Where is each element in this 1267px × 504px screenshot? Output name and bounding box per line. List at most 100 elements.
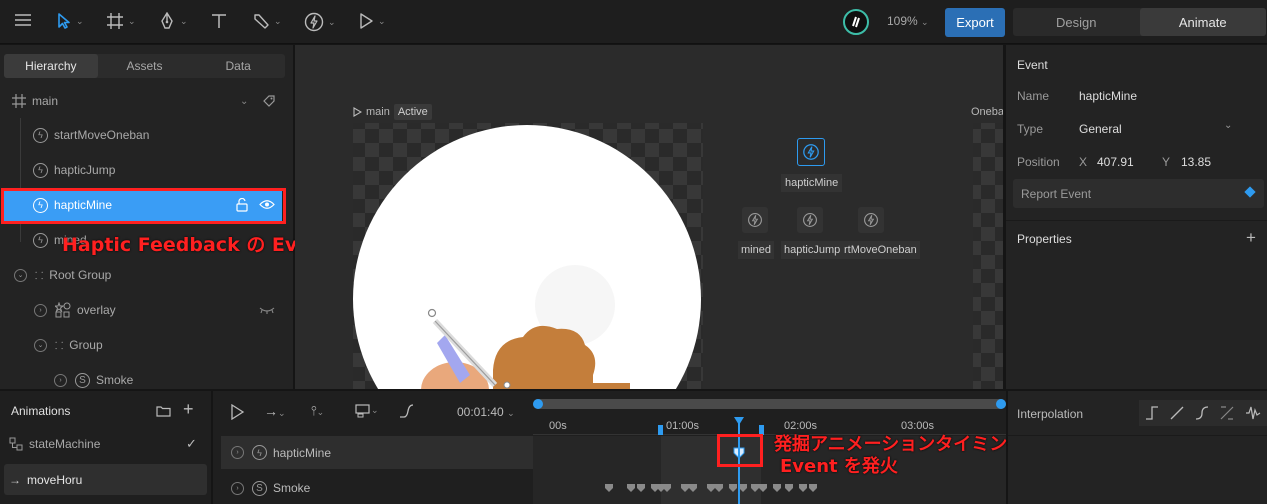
track-row-hapticmine[interactable]: › ϟ hapticMine (221, 436, 533, 469)
lightning-icon: ϟ (33, 232, 48, 248)
event-node-startmoveoneban[interactable] (858, 207, 884, 233)
annotation-highlight-box (1, 188, 286, 224)
keyframe-diamond-icon[interactable] (1244, 186, 1256, 198)
user-avatar[interactable] (843, 9, 869, 35)
event-node-label: rtMoveOneban (841, 241, 920, 259)
custom-interp-icon[interactable] (1220, 406, 1234, 420)
lightning-icon: ϟ (252, 445, 267, 460)
text-tool-button[interactable] (210, 12, 228, 30)
add-animation-button[interactable]: + (183, 399, 194, 420)
hierarchy-item-overlay[interactable]: › overlay (0, 293, 293, 327)
tick-label: 03:00s (901, 420, 935, 432)
play-icon[interactable] (230, 404, 245, 420)
hierarchy-item-startmoveoneban[interactable]: ϟ startMoveOneban (0, 118, 293, 152)
snap-button[interactable]: ⫯⌄ (311, 403, 324, 419)
lightning-icon (304, 12, 324, 32)
tick-label: 02:00s (784, 420, 818, 432)
event-node-label: mined (738, 241, 774, 259)
tab-hierarchy[interactable]: Hierarchy (4, 54, 98, 78)
animation-item-movehoru[interactable]: → moveHoru (4, 464, 207, 495)
play-tool-button[interactable]: ⌄ (358, 12, 386, 30)
range-start-handle[interactable] (533, 399, 543, 409)
item-label: Smoke (96, 373, 134, 387)
artboard-title: main (366, 106, 390, 118)
frame-icon (107, 13, 123, 29)
properties-title: Properties (1017, 232, 1072, 246)
chevron-right-icon[interactable]: › (231, 446, 244, 459)
check-icon: ✓ (186, 436, 197, 451)
hierarchy-artboard-row[interactable]: main ⌄ (0, 84, 293, 118)
state-machine-icon (9, 437, 23, 451)
item-label: moveHoru (27, 472, 83, 487)
elastic-interp-icon[interactable] (1245, 406, 1261, 420)
report-event-label: Report Event (1021, 187, 1092, 201)
oneban-artboard-label[interactable]: Oneba (971, 106, 1003, 118)
annotation-line: Event を発火 (780, 456, 898, 477)
timeline-ruler[interactable]: 00s 01:00s 02:00s 03:00s (533, 413, 1006, 435)
play-icon (353, 107, 362, 117)
tag-icon[interactable] (262, 94, 276, 108)
pen-tool-button[interactable]: ⌄ (158, 12, 188, 30)
playhead-handle[interactable] (734, 417, 744, 425)
add-icon[interactable]: + (1246, 228, 1256, 248)
annotation-timeline-note: 発掘アニメーションタイミングで Event を発火 (774, 434, 1043, 478)
event-tool-button[interactable]: ⌄ (304, 12, 336, 32)
layout-icon[interactable] (355, 404, 370, 418)
y-field[interactable]: 13.85 (1181, 155, 1211, 169)
cubic-interp-icon[interactable] (1195, 406, 1209, 420)
x-field[interactable]: 407.91 (1097, 155, 1134, 169)
animation-item-statemachine[interactable]: stateMachine ✓ (0, 430, 211, 458)
type-select[interactable]: General (1079, 122, 1122, 136)
export-button[interactable]: Export (945, 8, 1005, 37)
item-label: overlay (77, 303, 116, 317)
chevron-down-icon[interactable]: ⌄ (1224, 120, 1232, 131)
folder-icon[interactable] (156, 405, 171, 417)
item-label: Group (69, 338, 103, 352)
event-node-hapticmine[interactable] (797, 138, 825, 166)
report-event-row[interactable]: Report Event (1013, 179, 1264, 208)
track-row-smoke[interactable]: › S Smoke (221, 472, 533, 504)
eye-closed-icon[interactable] (259, 306, 275, 314)
artboard-name: main (32, 94, 59, 108)
hierarchy-item-hapticjump[interactable]: ϟ hapticJump (0, 153, 293, 187)
bone-tool-button[interactable]: ⌄ (252, 12, 282, 30)
work-area-start-marker[interactable] (658, 425, 663, 435)
annotation-haptic-note: Haptic Feedback の Event (62, 234, 333, 256)
annotation-line: 発掘アニメーションタイミングで (774, 434, 1044, 455)
tab-data[interactable]: Data (191, 54, 285, 78)
loop-mode-button[interactable]: →⌄ (264, 403, 286, 419)
hold-interp-icon[interactable] (1145, 406, 1159, 420)
item-label: Root Group (49, 268, 112, 282)
chevron-down-icon[interactable]: ⌄ (240, 96, 248, 107)
animations-title: Animations (11, 404, 71, 418)
animate-mode-tab[interactable]: Animate (1139, 8, 1266, 36)
artboard-tool-button[interactable]: ⌄ (106, 12, 136, 30)
event-node-hapticjump[interactable] (797, 207, 823, 233)
hierarchy-item-root-group[interactable]: ⌄ ⸬ Root Group (0, 258, 293, 292)
event-node-mined[interactable] (742, 207, 768, 233)
lightning-icon: ϟ (33, 127, 48, 143)
position-label: Position (1017, 155, 1060, 169)
chevron-right-icon[interactable]: › (54, 373, 67, 387)
top-toolbar: ⌄ ⌄ ⌄ ⌄ ⌄ ⌄ 109% ⌄ Export Design Animate (0, 0, 1267, 44)
zoom-level[interactable]: 109% ⌄ (887, 14, 929, 28)
range-end-handle[interactable] (996, 399, 1006, 409)
timeline-range-bar[interactable] (533, 399, 1006, 409)
chevron-right-icon[interactable]: › (231, 481, 244, 495)
play-icon (360, 13, 373, 29)
design-mode-tab[interactable]: Design (1013, 8, 1140, 36)
chevron-right-icon[interactable]: › (34, 303, 47, 317)
tab-assets[interactable]: Assets (98, 54, 192, 78)
canvas-stage[interactable]: main Active Oneba hapticMine mined hapti… (295, 45, 1003, 389)
inspector-section-title: Event (1017, 58, 1048, 72)
main-artboard-label[interactable]: main Active (353, 104, 432, 120)
name-field[interactable]: hapticMine (1079, 89, 1137, 103)
select-tool-button[interactable]: ⌄ (56, 12, 84, 30)
chevron-down-icon[interactable]: ⌄ (14, 268, 27, 282)
current-time[interactable]: 00:01:40 ⌄ (457, 405, 515, 419)
linear-interp-icon[interactable] (1170, 406, 1184, 420)
easing-icon[interactable] (399, 404, 415, 418)
chevron-down-icon[interactable]: ⌄ (34, 338, 47, 352)
menu-icon[interactable] (14, 12, 32, 28)
hierarchy-item-group[interactable]: ⌄ ⸬ Group (0, 328, 293, 362)
